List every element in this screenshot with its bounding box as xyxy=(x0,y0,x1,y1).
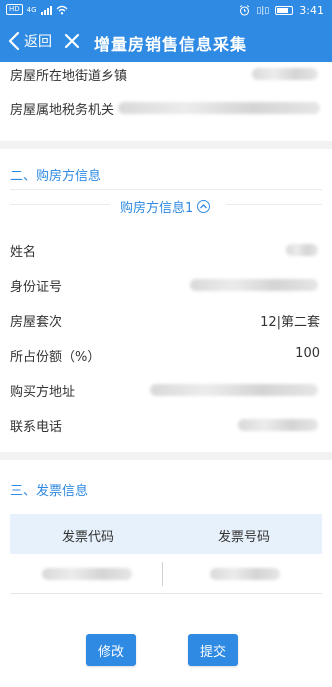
invoice-number-redacted xyxy=(210,568,280,580)
back-button[interactable]: 返回 xyxy=(8,29,52,53)
buyer-id-row[interactable]: 身份证号 xyxy=(0,267,332,302)
hd-badge: HD xyxy=(6,4,23,15)
modify-button[interactable]: 修改 xyxy=(86,634,136,666)
street-label: 房屋所在地街道乡镇 xyxy=(10,69,128,84)
buyer-address-row[interactable]: 购买方地址 xyxy=(0,372,332,407)
section-separator xyxy=(0,141,332,149)
tax-office-label: 房屋属地税务机关 xyxy=(10,103,115,118)
buyer-address-redacted xyxy=(150,384,318,396)
divider xyxy=(10,204,110,205)
close-button[interactable] xyxy=(60,29,84,53)
house-count-value: 12|第二套 xyxy=(260,315,320,330)
submit-button[interactable]: 提交 xyxy=(188,634,238,666)
section-separator xyxy=(0,452,332,460)
buyer-id-redacted xyxy=(190,279,318,291)
divider xyxy=(10,189,322,190)
invoice-number-header: 发票号码 xyxy=(217,530,270,545)
divider xyxy=(226,204,322,205)
buyer-phone-row[interactable]: 联系电话 xyxy=(0,407,332,442)
buyer-phone-redacted xyxy=(238,419,318,431)
signal-icon xyxy=(40,5,52,15)
chevron-left-icon xyxy=(8,31,20,51)
status-time: 3:41 xyxy=(299,4,324,17)
app-header: HD 4G ▯|▯ 3:41 返回 增量房销售信息采集 xyxy=(0,0,332,62)
battery-icon xyxy=(275,6,294,15)
house-count-label: 房屋套次 xyxy=(10,315,63,330)
wifi-icon xyxy=(56,5,68,14)
buyer-subheader: 购房方信息1 xyxy=(0,194,332,216)
page-title: 增量房销售信息采集 xyxy=(94,35,248,54)
invoice-code-redacted xyxy=(42,568,132,580)
chevron-up-icon xyxy=(197,200,211,213)
street-row[interactable]: 房屋所在地街道乡镇 xyxy=(0,56,332,91)
invoice-code-header: 发票代码 xyxy=(61,530,114,545)
tax-office-row[interactable]: 房屋属地税务机关 xyxy=(0,90,332,125)
share-row[interactable]: 所占份额（%） 100 xyxy=(0,337,332,372)
close-icon xyxy=(64,33,80,49)
buyer-subheader-label: 购房方信息1 xyxy=(120,201,194,216)
street-value-redacted xyxy=(252,68,318,80)
buyer-name-redacted xyxy=(286,244,318,256)
network-type: 4G xyxy=(26,5,37,14)
buyer-phone-label: 联系电话 xyxy=(10,420,63,435)
buyer-toggle[interactable]: 购房方信息1 xyxy=(120,197,211,216)
alarm-icon xyxy=(240,5,250,16)
table-row[interactable] xyxy=(10,554,322,594)
buyer-address-label: 购买方地址 xyxy=(10,385,76,400)
back-label: 返回 xyxy=(24,34,52,50)
invoice-table-header: 发票代码 发票号码 xyxy=(10,514,322,554)
buyer-name-label: 姓名 xyxy=(10,245,37,260)
house-count-row[interactable]: 房屋套次 12|第二套 xyxy=(0,302,332,337)
buyer-id-label: 身份证号 xyxy=(10,280,63,295)
buyer-name-row[interactable]: 姓名 xyxy=(0,232,332,267)
vibrate-icon: ▯|▯ xyxy=(256,5,270,16)
buyer-section-title: 二、购房方信息 xyxy=(10,169,102,184)
column-divider xyxy=(162,562,163,586)
share-value: 100 xyxy=(295,346,320,361)
status-bar: HD 4G ▯|▯ 3:41 xyxy=(0,0,332,20)
tax-office-value-redacted xyxy=(118,102,320,114)
invoice-section-title: 三、发票信息 xyxy=(10,484,89,499)
share-label: 所占份额（%） xyxy=(10,350,101,365)
